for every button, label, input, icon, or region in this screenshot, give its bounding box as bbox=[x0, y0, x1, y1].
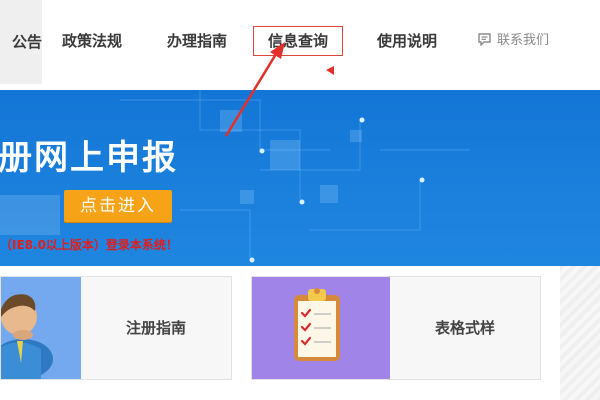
user-avatar-icon bbox=[0, 294, 53, 379]
contact-label: 联系我们 bbox=[497, 33, 550, 48]
enter-button[interactable]: 点击进入 bbox=[64, 190, 172, 222]
contact-link[interactable]: 联系我们 bbox=[478, 26, 549, 56]
card-icon-area bbox=[0, 277, 81, 379]
nav-item-guide[interactable]: 办理指南 bbox=[167, 26, 227, 56]
nav-item-policy[interactable]: 政策法规 bbox=[62, 26, 122, 56]
banner-title: 册网上申报 bbox=[0, 138, 178, 178]
registration-guide-card[interactable]: 注册指南 bbox=[0, 276, 232, 380]
card-label: 表格式样 bbox=[434, 319, 495, 337]
browser-note: （IE8.0以上版本）登录本系统！ bbox=[0, 238, 178, 252]
card-icon-area bbox=[252, 277, 390, 379]
nav-item-info-query[interactable]: 信息查询 bbox=[253, 26, 344, 56]
clipboard-checklist-icon bbox=[294, 288, 340, 361]
nav-item-instructions[interactable]: 使用说明 bbox=[377, 26, 437, 56]
form-samples-card[interactable]: 表格式样 bbox=[251, 276, 541, 380]
nav-item-label: 政策法规 bbox=[62, 32, 123, 50]
hero-banner: 册网上申报 点击进入 （IE8.0以上版本）登录本系统！ bbox=[0, 90, 600, 266]
nav-item-label: 信息查询 bbox=[268, 32, 329, 50]
chat-bubble-icon bbox=[478, 33, 491, 47]
nav-item-label: 公告 bbox=[11, 33, 42, 51]
nav-item-label: 办理指南 bbox=[167, 32, 228, 50]
nav-item-announcement[interactable]: 公告 bbox=[0, 0, 42, 84]
side-strip bbox=[560, 266, 600, 400]
card-label: 注册指南 bbox=[125, 319, 186, 337]
nav-item-label: 使用说明 bbox=[377, 32, 438, 50]
top-nav: 公告 政策法规 办理指南 信息查询 使用说明 联系我们 bbox=[0, 0, 600, 84]
